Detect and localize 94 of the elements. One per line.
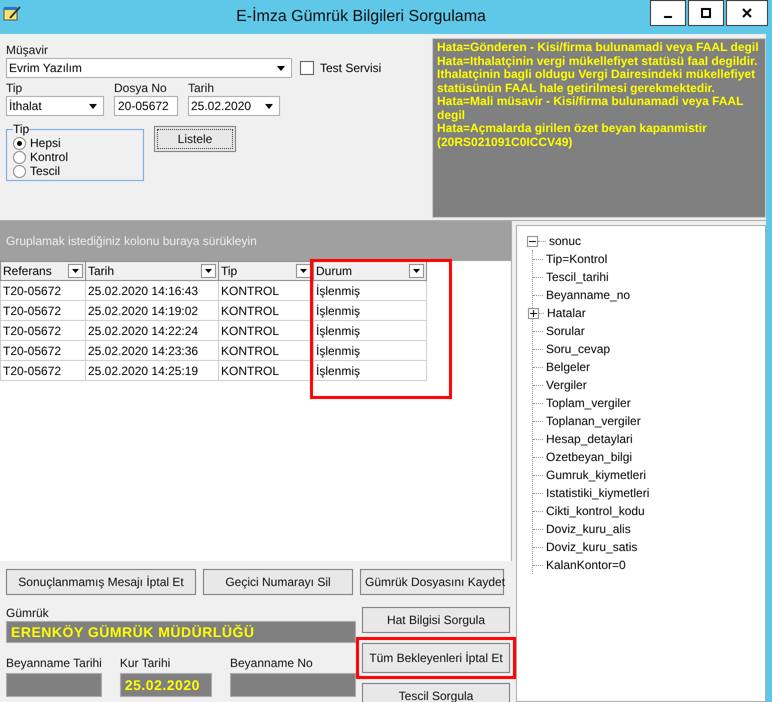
table-cell: KONTROL xyxy=(218,360,314,380)
tree-item[interactable]: Ozetbeyan_bilgi xyxy=(528,448,755,466)
expand-icon[interactable] xyxy=(528,308,539,318)
table-cell: T20-05672 xyxy=(0,320,86,340)
field-label: Müşavir xyxy=(6,42,50,58)
radio-option[interactable]: Hepsi xyxy=(13,136,137,150)
close-button[interactable] xyxy=(726,0,768,26)
field-label: Dosya No xyxy=(114,80,168,96)
column-header[interactable]: Tarih xyxy=(86,262,218,280)
filter-dropdown-icon[interactable] xyxy=(409,264,424,278)
table-cell: T20-05672 xyxy=(0,300,86,320)
collapse-icon[interactable] xyxy=(527,236,538,246)
notepad-pen-icon xyxy=(2,4,22,22)
tree-item[interactable]: Doviz_kuru_satis xyxy=(528,538,755,556)
tree-item[interactable]: Tip=Kontrol xyxy=(528,250,755,268)
field-label: Tarih xyxy=(188,80,216,96)
table-cell: İşlenmiş xyxy=(314,320,426,340)
radio-button[interactable] xyxy=(13,164,26,178)
radio-button[interactable] xyxy=(13,136,26,150)
group-hint: Gruplamak istediğiniz kolonu buraya sürükleyin xyxy=(6,234,257,248)
column-header[interactable]: Tip xyxy=(218,262,314,280)
customs-office-field: ERENKÖY GÜMRÜK MÜDÜRLÜĞÜ xyxy=(6,621,356,643)
field-label: Kur Tarihi xyxy=(120,655,172,671)
window-title: E-İmza Gümrük Bilgileri Sorgulama xyxy=(235,8,487,26)
table-cell: 25.02.2020 14:25:19 xyxy=(86,360,218,380)
field-label: Beyanname Tarihi xyxy=(6,655,102,671)
table-cell: İşlenmiş xyxy=(314,340,426,360)
action-button[interactable]: Hat Bilgisi Sorgula xyxy=(362,607,510,633)
tree-item[interactable]: sonuc xyxy=(527,232,755,250)
action-button[interactable]: Geçici Numarayı Sil xyxy=(203,569,353,595)
group-label: Tip xyxy=(13,122,30,136)
radio-option[interactable]: Tescil xyxy=(13,164,137,178)
radio-option[interactable]: Kontrol xyxy=(13,150,137,164)
maximize-icon xyxy=(701,8,711,18)
tree-item[interactable]: Istatistiki_kiymetleri xyxy=(528,484,755,502)
minimize-icon xyxy=(664,16,672,18)
type-dropdown[interactable]: İthalat xyxy=(6,96,104,116)
column-header[interactable]: Durum xyxy=(314,262,426,280)
action-button[interactable]: Gümrük Dosyasını Kaydet xyxy=(360,569,504,595)
readonly-field: 25.02.2020 xyxy=(120,673,212,697)
table-cell: T20-05672 xyxy=(0,340,86,360)
field-label: Gümrük xyxy=(6,605,50,621)
checkbox[interactable] xyxy=(300,61,314,75)
test-service-checkbox[interactable]: Test Servisi xyxy=(300,61,382,75)
close-icon xyxy=(742,8,752,18)
table-cell: İşlenmiş xyxy=(314,280,426,300)
list-button[interactable]: Listele xyxy=(154,126,236,152)
table-cell: T20-05672 xyxy=(0,360,86,380)
tree-item[interactable]: Belgeler xyxy=(528,358,755,376)
tree-item[interactable]: Toplanan_vergiler xyxy=(528,412,755,430)
table-cell: KONTROL xyxy=(218,280,314,300)
tree-item[interactable]: Sorular xyxy=(528,322,755,340)
error-message: Hata=Gönderen - Kisi/firma bulunamadi veya FAAL degil xyxy=(437,41,760,54)
tree-item[interactable]: Toplam_vergiler xyxy=(528,394,755,412)
table-cell: 25.02.2020 14:16:43 xyxy=(86,280,218,300)
tree-item[interactable]: Tescil_tarihi xyxy=(528,268,755,286)
field-label: Beyanname No xyxy=(230,655,314,671)
table-cell: 25.02.2020 14:22:24 xyxy=(86,320,218,340)
table-cell: İşlenmiş xyxy=(314,300,426,320)
tree-item[interactable]: Doviz_kuru_alis xyxy=(528,520,755,538)
tree-item[interactable]: Gumruk_kiymetleri xyxy=(528,466,755,484)
error-message: Hata=Açmalarda girilen özet beyan kapanmistir (20RS021091C0ICCV49) xyxy=(437,122,708,149)
table-cell: İşlenmiş xyxy=(314,360,426,380)
tree-item[interactable]: Hatalar xyxy=(528,304,755,322)
table-cell: 25.02.2020 14:23:36 xyxy=(86,340,218,360)
table-cell: KONTROL xyxy=(218,300,314,320)
table-cell: T20-05672 xyxy=(0,280,86,300)
filter-dropdown-icon[interactable] xyxy=(296,264,311,278)
field-label: Tip xyxy=(6,80,24,96)
tree-item[interactable]: Beyanname_no xyxy=(528,286,755,304)
radio-button[interactable] xyxy=(13,150,26,164)
dropdown-arrow-icon xyxy=(277,66,285,70)
action-button[interactable]: Sonuçlanmamış Mesajı İptal Et xyxy=(6,569,196,595)
tree-item[interactable]: Vergiler xyxy=(528,376,755,394)
table-cell: KONTROL xyxy=(218,320,314,340)
table-cell: 25.02.2020 14:19:02 xyxy=(86,300,218,320)
table-cell: KONTROL xyxy=(218,340,314,360)
tree-item[interactable]: KalanKontor=0 xyxy=(528,556,755,574)
action-button[interactable]: Tüm Bekleyenleri İptal Et xyxy=(362,643,510,673)
filter-dropdown-icon[interactable] xyxy=(201,264,216,278)
filter-dropdown-icon[interactable] xyxy=(68,264,83,278)
advisor-dropdown[interactable]: Evrim Yazılım xyxy=(6,58,292,78)
file-number-field[interactable]: 20-05672 xyxy=(114,96,178,116)
dropdown-arrow-icon xyxy=(265,104,273,108)
error-message: Hata=Ithalatçinin vergi mükellefiyet statüsü faal degildir. Ithalatçinin bagli oldugu Vergi Dairesindeki mükellefiyet statüsünün FAAL hale getirilmesi gerekmektedir. xyxy=(437,54,758,95)
date-picker[interactable]: 25.02.2020 xyxy=(188,96,280,116)
tree-item[interactable]: Cikti_kontrol_kodu xyxy=(528,502,755,520)
error-message: Hata=Mali müsavir - Kisi/firma bulunamadi veya FAAL degil xyxy=(437,95,744,122)
minimize-button[interactable] xyxy=(650,0,686,26)
tree-item[interactable]: Soru_cevap xyxy=(528,340,755,358)
tree-item[interactable]: Hesap_detaylari xyxy=(528,430,755,448)
column-header[interactable]: Referans xyxy=(0,262,86,280)
maximize-button[interactable] xyxy=(688,0,724,26)
dropdown-arrow-icon xyxy=(89,104,97,108)
